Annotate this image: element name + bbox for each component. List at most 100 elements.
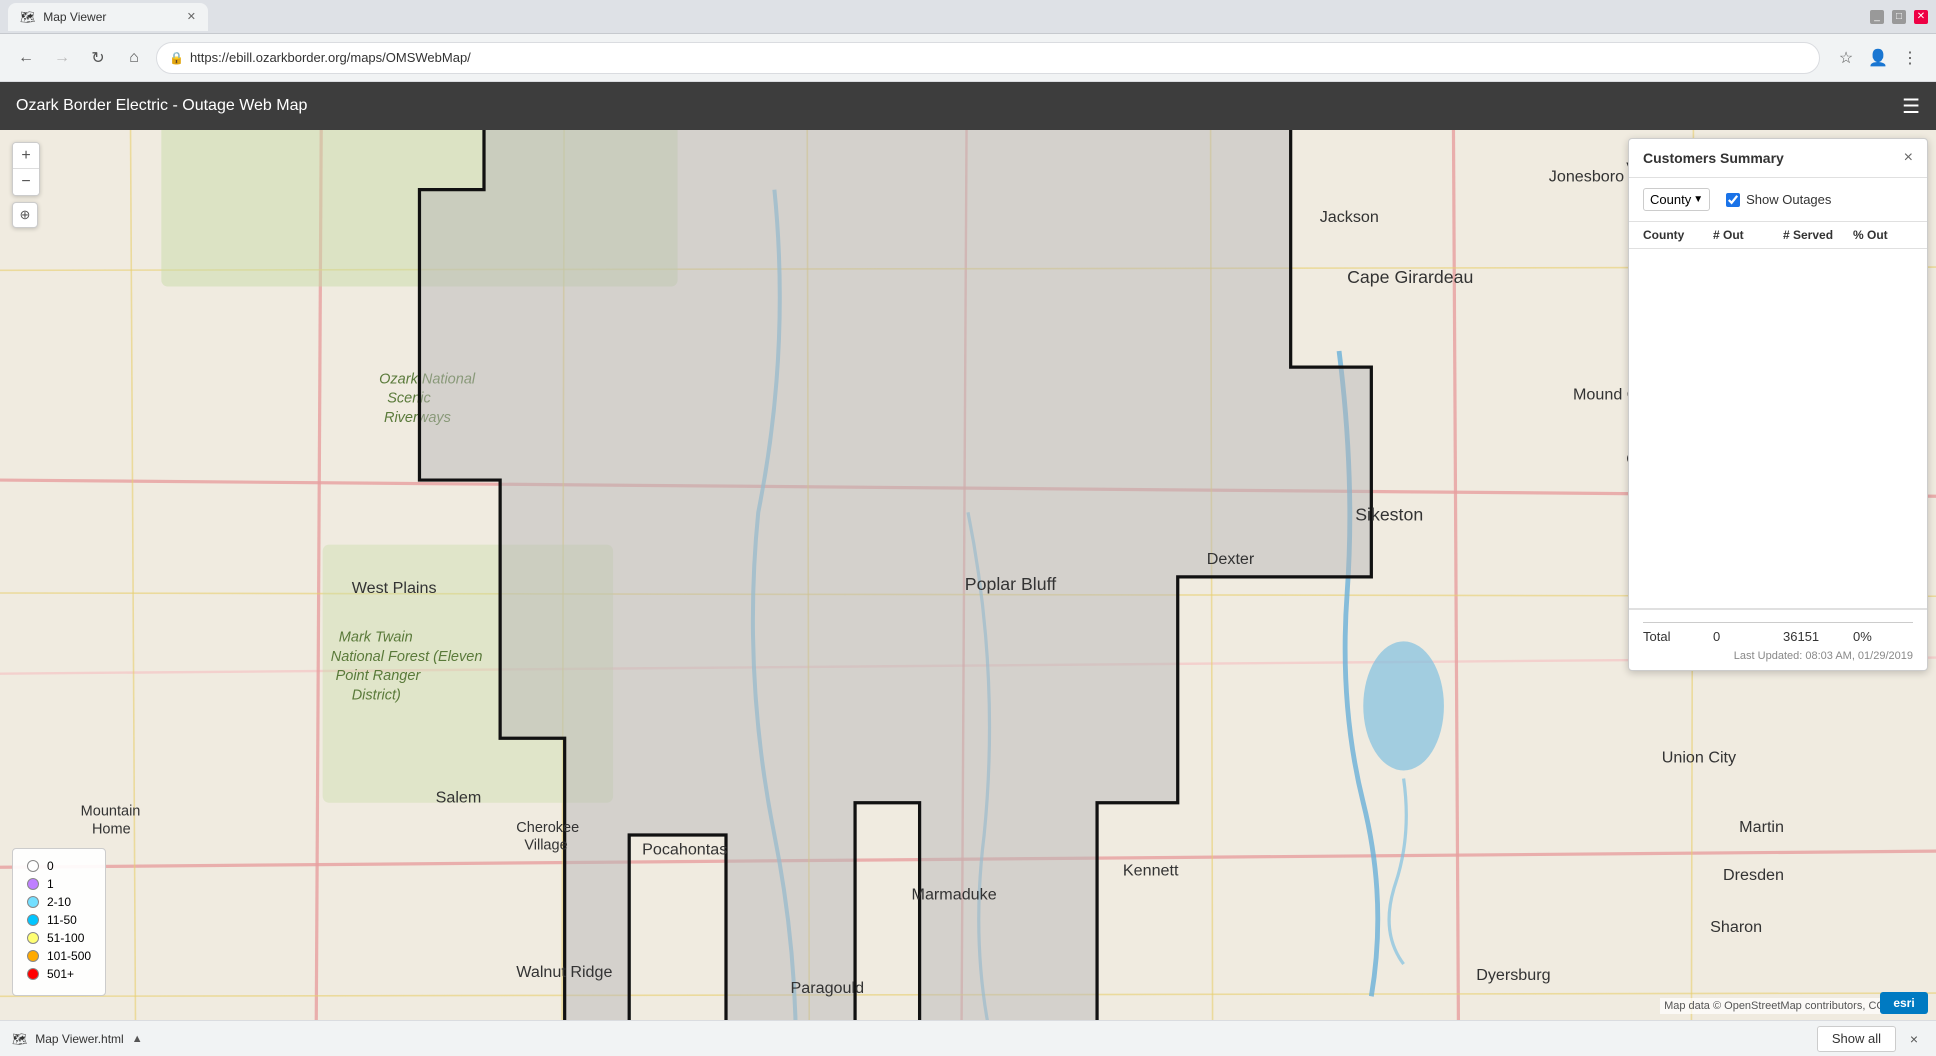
svg-text:Village: Village (524, 838, 567, 854)
account-button[interactable]: 👤 (1864, 44, 1892, 72)
browser-tab[interactable]: 🗺 Map Viewer ✕ (8, 3, 208, 31)
svg-text:Pocahontas: Pocahontas (642, 840, 727, 858)
legend-label-3: 11-50 (47, 913, 77, 927)
legend-label-6: 501+ (47, 967, 74, 981)
legend: 0 1 2-10 11-50 51-100 (12, 848, 106, 996)
legend-item-2: 2-10 (27, 895, 91, 909)
legend-label-2: 2-10 (47, 895, 71, 909)
legend-item-0: 0 (27, 859, 91, 873)
zoom-out-button[interactable]: − (13, 169, 39, 195)
summary-divider (1643, 622, 1913, 623)
svg-text:Sikeston: Sikeston (1355, 504, 1423, 524)
legend-label-0: 0 (47, 859, 54, 873)
svg-text:Home: Home (92, 821, 131, 837)
legend-item-6: 501+ (27, 967, 91, 981)
download-filename: Map Viewer.html (35, 1032, 123, 1046)
show-outages-label[interactable]: Show Outages (1726, 192, 1831, 207)
tab-label: Map Viewer (43, 10, 106, 24)
summary-footer: Total 0 36151 0% Last Updated: 08:03 AM,… (1629, 609, 1927, 670)
total-out: 0 (1713, 629, 1783, 644)
maximize-button[interactable]: □ (1892, 10, 1906, 24)
zoom-in-button[interactable]: + (13, 143, 39, 169)
bookmark-button[interactable]: ☆ (1832, 44, 1860, 72)
app-title: Ozark Border Electric - Outage Web Map (16, 97, 307, 115)
county-dropdown[interactable]: County ▼ (1643, 188, 1710, 211)
show-outages-text: Show Outages (1746, 192, 1831, 207)
svg-text:Sharon: Sharon (1710, 918, 1762, 936)
svg-text:West Plains: West Plains (352, 579, 437, 597)
svg-text:Mountain: Mountain (81, 804, 141, 820)
svg-text:Jonesboro: Jonesboro (1549, 168, 1624, 186)
legend-dot-6 (27, 968, 39, 980)
legend-dot-0 (27, 860, 39, 872)
legend-item-4: 51-100 (27, 931, 91, 945)
legend-item-3: 11-50 (27, 913, 91, 927)
svg-text:National Forest (Eleven: National Forest (Eleven (331, 649, 483, 665)
total-served: 36151 (1783, 629, 1853, 644)
svg-text:Poplar Bluff: Poplar Bluff (965, 574, 1056, 594)
forward-button[interactable]: → (48, 44, 76, 72)
county-dropdown-label: County (1650, 192, 1691, 207)
legend-label-1: 1 (47, 877, 54, 891)
svg-text:Mark Twain: Mark Twain (339, 629, 413, 645)
esri-logo: esri (1880, 992, 1928, 1014)
col-out: # Out (1713, 228, 1783, 242)
chevron-down-icon: ▼ (1693, 194, 1703, 205)
show-outages-checkbox[interactable] (1726, 193, 1740, 207)
svg-text:Dexter: Dexter (1207, 550, 1255, 568)
svg-text:Point Ranger: Point Ranger (336, 668, 422, 684)
download-arrow-icon: ▲ (132, 1033, 143, 1045)
tab-favicon: 🗺 (20, 10, 35, 24)
bottom-download-bar: 🗺 Map Viewer.html ▲ Show all × (0, 1020, 1936, 1056)
total-pct: 0% (1853, 629, 1913, 644)
browser-titlebar: 🗺 Map Viewer ✕ _ □ ✕ (0, 0, 1936, 34)
compass-button[interactable]: ⊕ (12, 202, 38, 228)
svg-text:Dyersburg: Dyersburg (1476, 966, 1550, 984)
more-button[interactable]: ⋮ (1896, 44, 1924, 72)
svg-text:Walnut Ridge: Walnut Ridge (516, 963, 612, 981)
svg-text:Salem: Salem (436, 789, 482, 807)
tab-close-button[interactable]: ✕ (187, 10, 196, 23)
download-tab: 🗺 Map Viewer.html ▲ (12, 1032, 143, 1046)
app-header: Ozark Border Electric - Outage Web Map ☰ (0, 82, 1936, 130)
total-label: Total (1643, 629, 1713, 644)
col-served: # Served (1783, 228, 1853, 242)
bottom-bar-right: Show all × (1817, 1026, 1924, 1052)
last-updated-text: Last Updated: 08:03 AM, 01/29/2019 (1643, 650, 1913, 662)
home-button[interactable]: ⌂ (120, 44, 148, 72)
legend-label-4: 51-100 (47, 931, 84, 945)
browser-toolbar: ← → ↻ ⌂ 🔒 https://ebill.ozarkborder.org/… (0, 34, 1936, 82)
map-container[interactable]: Mark Twain National Forest Mark Twain Na… (0, 130, 1936, 1056)
svg-text:Marmaduke: Marmaduke (912, 886, 997, 904)
legend-item-1: 1 (27, 877, 91, 891)
summary-total-row: Total 0 36151 0% (1643, 627, 1913, 646)
svg-text:Cherokee: Cherokee (516, 820, 579, 836)
address-bar[interactable]: 🔒 https://ebill.ozarkborder.org/maps/OMS… (156, 42, 1820, 74)
customers-summary-panel: Customers Summary × County ▼ Show Outage… (1628, 138, 1928, 671)
legend-label-5: 101-500 (47, 949, 91, 963)
show-all-button[interactable]: Show all (1817, 1026, 1896, 1052)
svg-text:Paragould: Paragould (791, 979, 865, 997)
download-favicon: 🗺 (12, 1032, 27, 1046)
legend-dot-5 (27, 950, 39, 962)
reload-button[interactable]: ↻ (84, 44, 112, 72)
window-controls: _ □ ✕ (1870, 10, 1928, 24)
legend-item-5: 101-500 (27, 949, 91, 963)
back-button[interactable]: ← (12, 44, 40, 72)
svg-text:Cape Girardeau: Cape Girardeau (1347, 267, 1473, 287)
legend-dot-1 (27, 878, 39, 890)
header-menu-icon[interactable]: ☰ (1902, 94, 1920, 119)
main-content: Ozark Border Electric - Outage Web Map ☰ (0, 82, 1936, 1056)
svg-text:Dresden: Dresden (1723, 866, 1784, 884)
col-county: County (1643, 228, 1713, 242)
app-header-right: ☰ (1902, 94, 1920, 119)
summary-close-button[interactable]: × (1904, 149, 1913, 167)
minimize-button[interactable]: _ (1870, 10, 1884, 24)
svg-text:Kennett: Kennett (1123, 861, 1179, 879)
close-button[interactable]: ✕ (1914, 10, 1928, 24)
legend-dot-3 (27, 914, 39, 926)
summary-title: Customers Summary (1643, 150, 1784, 166)
bottom-bar-close-button[interactable]: × (1904, 1029, 1924, 1049)
svg-text:Martin: Martin (1739, 818, 1784, 836)
svg-text:Jackson: Jackson (1320, 208, 1379, 226)
